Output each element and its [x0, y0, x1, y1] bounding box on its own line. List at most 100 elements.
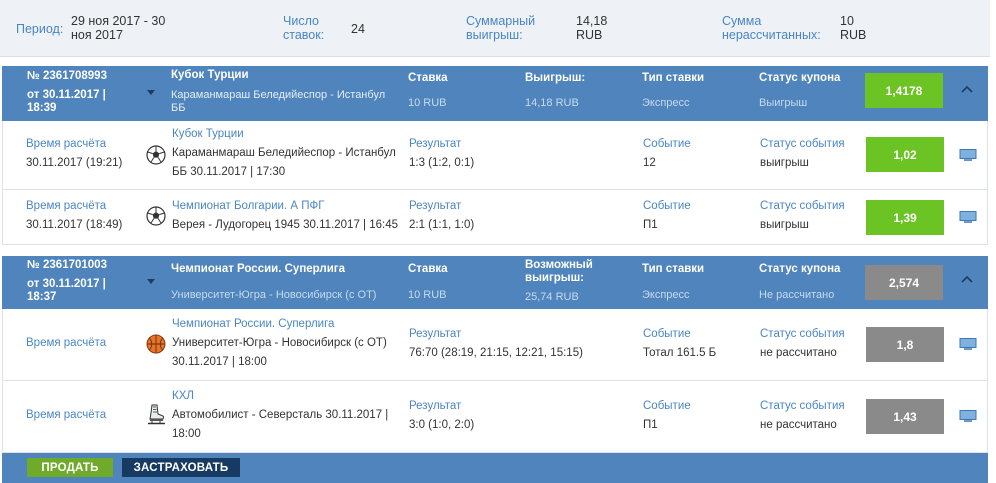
coupon-date-line1: от 30.11.2017 |: [27, 89, 106, 101]
football-icon: [146, 145, 166, 165]
bet-type-value: Экспресс: [642, 97, 690, 109]
event-label: Событие: [643, 400, 691, 412]
event-match-line1: Университет-Югра - Новосибирск (с ОТ): [172, 337, 387, 349]
coupon-odds-badge: 2,574: [865, 265, 943, 300]
insure-button[interactable]: ЗАСТРАХОВАТЬ: [122, 458, 240, 477]
event-label: Событие: [643, 200, 691, 212]
coupon-date-line2: 18:39: [27, 102, 57, 114]
total-win-value-line1: 14,18: [576, 14, 608, 28]
expand-arrow-icon[interactable]: [147, 90, 155, 95]
event-value: П1: [643, 219, 658, 231]
event-match-line1: Верея - Лудогорец 1945 30.11.2017 | 16:4…: [172, 219, 399, 231]
calc-time-label: Время расчёта: [26, 138, 107, 150]
event-tournament: КХЛ: [172, 390, 194, 402]
event-odds-badge: 1,02: [866, 137, 944, 172]
period-value-line1: 29 ноя 2017 - 30: [71, 14, 166, 28]
bets-count-value: 24: [351, 22, 365, 36]
event-status-label: Статус события: [760, 328, 845, 340]
event-value: П1: [643, 419, 658, 431]
result-value: 76:70 (28:19, 21:15, 12:21, 15:15): [409, 347, 583, 359]
summary-bar: Период: 29 ноя 2017 - 30 ноя 2017 Число …: [0, 0, 990, 57]
event-match-line2: 18:00: [172, 428, 201, 440]
stake-value: 10 RUB: [408, 97, 447, 109]
stake-label: Ставка: [408, 72, 448, 84]
monitor-icon[interactable]: [959, 211, 977, 223]
collapse-chevron-icon[interactable]: [961, 274, 973, 286]
calc-time-value: 30.11.2017 (18:49): [26, 219, 123, 231]
sell-button[interactable]: ПРОДАТЬ: [27, 458, 113, 477]
result-value: 1:3 (1:2, 0:1): [409, 157, 475, 169]
coupon-card: № 2361708993 от 30.11.2017 | 18:39 Кубок…: [2, 66, 988, 245]
calc-time-label: Время расчёта: [26, 337, 107, 349]
coupon-header[interactable]: № 2361708993 от 30.11.2017 | 18:39 Кубок…: [2, 66, 988, 121]
possible-win-value: 25,74 RUB: [525, 291, 579, 303]
result-label: Результат: [409, 138, 462, 150]
event-status-value: не рассчитано: [760, 419, 837, 431]
result-value: 2:1 (1:1, 1:0): [409, 219, 475, 231]
event-odds-badge: 1,43: [866, 399, 944, 434]
total-win-value-line2: RUB: [576, 28, 603, 42]
win-label: Выигрыш:: [525, 72, 586, 84]
event-row: Время расчёта Чемпионат России. Суперлиг…: [2, 309, 988, 381]
coupon-date-line2: 18:37: [27, 291, 57, 303]
event-status-label: Статус события: [760, 200, 845, 212]
event-odds-badge: 1,8: [866, 327, 944, 362]
event-row: Время расчёта КХЛ Автомобилист - Северст…: [2, 381, 988, 453]
bet-type-label: Тип ставки: [642, 263, 705, 275]
calc-time-value: 30.11.2017 (19:21): [26, 157, 123, 169]
collapse-chevron-icon[interactable]: [961, 84, 973, 96]
coupon-header[interactable]: № 2361701003 от 30.11.2017 | 18:37 Чемпи…: [2, 256, 988, 309]
event-match-line1: Караманмараш Беледийеспор - Истанбул: [172, 147, 396, 159]
unsettled-value-line2: RUB: [840, 28, 867, 42]
event-value: Тотал 161.5 Б: [643, 347, 717, 359]
coupon-status-value: Не рассчитано: [759, 289, 835, 301]
coupon-status-label: Статус купона: [759, 72, 841, 84]
event-row: Время расчёта 30.11.2017 (18:49) Чемпион…: [2, 190, 988, 245]
coupon-odds-badge: 1,4178: [865, 73, 943, 108]
monitor-icon[interactable]: [959, 149, 977, 161]
coupon-date-line1: от 30.11.2017 |: [27, 278, 106, 290]
event-label: Событие: [643, 328, 691, 340]
result-label: Результат: [409, 200, 462, 212]
period-label: Период:: [16, 22, 64, 36]
event-match-line2: ББ 30.11.2017 | 17:30: [172, 166, 286, 178]
stake-value: 10 RUB: [408, 289, 447, 301]
coupon-status-value: Выигрыш: [759, 97, 808, 109]
bet-type-label: Тип ставки: [642, 72, 705, 84]
event-tournament: Кубок Турции: [172, 128, 244, 140]
event-row: Время расчёта 30.11.2017 (19:21) Кубок Т…: [2, 121, 988, 190]
calc-time-label: Время расчёта: [26, 200, 107, 212]
period-value-line2: ноя 2017: [71, 28, 123, 42]
event-status-label: Статус события: [760, 400, 845, 412]
event-odds-badge: 1,39: [866, 200, 944, 235]
total-win-label-line2: выигрыш:: [466, 28, 523, 42]
bets-count-label-line2: ставок:: [283, 28, 325, 42]
coupon-status-label: Статус купона: [759, 263, 841, 275]
monitor-icon[interactable]: [959, 338, 977, 350]
stake-label: Ставка: [408, 263, 448, 275]
event-status-value: выигрыш: [760, 157, 809, 169]
event-status-value: выигрыш: [760, 219, 809, 231]
coupon-match-line1: Университет-Югра - Новосибирск (с ОТ): [171, 289, 377, 301]
coupon-number: № 2361708993: [27, 70, 107, 82]
ice-skate-icon: [148, 404, 165, 425]
possible-win-label-line1: Возможный: [525, 259, 593, 271]
win-value: 14,18 RUB: [525, 97, 579, 109]
expand-arrow-icon[interactable]: [147, 279, 155, 284]
event-match-line1: Автомобилист - Северсталь 30.11.2017 |: [172, 409, 389, 421]
event-label: Событие: [643, 138, 691, 150]
coupon-card: № 2361701003 от 30.11.2017 | 18:37 Чемпи…: [2, 256, 988, 453]
football-icon: [146, 206, 166, 226]
calc-time-label: Время расчёта: [26, 409, 107, 421]
result-value: 3:0 (1:0, 2:0): [409, 419, 475, 431]
event-tournament: Чемпионат России. Суперлига: [172, 318, 335, 330]
coupon-match-line1: Караманмараш Беледийеспор - Истанбул: [171, 89, 386, 101]
unsettled-value-line1: 10: [840, 14, 854, 28]
result-label: Результат: [409, 328, 462, 340]
event-status-value: не рассчитано: [760, 347, 837, 359]
coupon-number: № 2361701003: [27, 259, 107, 271]
bets-count-label-line1: Число: [283, 14, 319, 28]
event-match-line2: 30.11.2017 | 18:00: [172, 356, 267, 368]
monitor-icon[interactable]: [959, 410, 977, 422]
unsettled-label-line1: Сумма: [722, 14, 762, 28]
